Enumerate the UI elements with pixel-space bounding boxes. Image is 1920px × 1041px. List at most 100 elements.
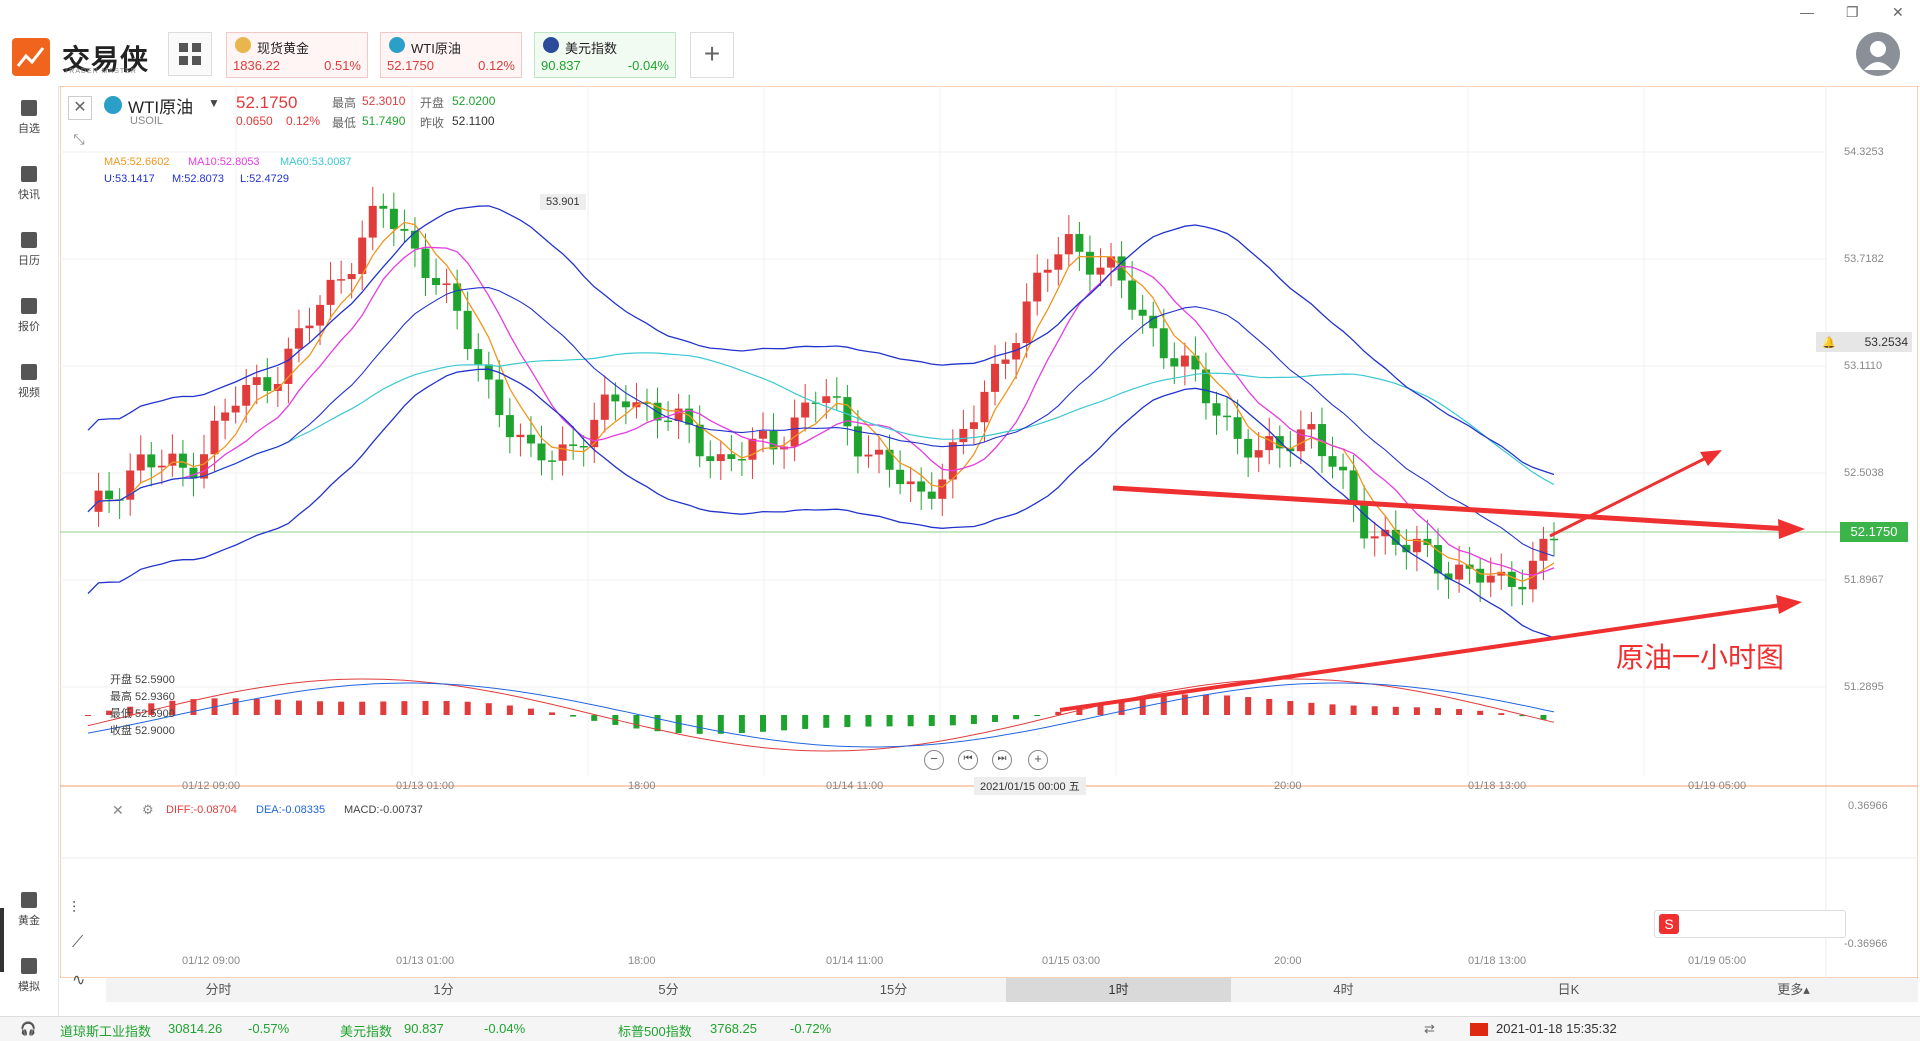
candle-body [822, 396, 831, 403]
sidebar-item-flash[interactable]: 快讯 [0, 166, 58, 202]
macd-bar [380, 701, 387, 715]
draw-line-icon[interactable]: ⟋ [72, 934, 83, 952]
zoom-out-icon[interactable]: − [924, 750, 944, 770]
candle-body [1064, 234, 1073, 255]
news-icon [21, 166, 37, 182]
candle-body [969, 422, 978, 429]
macd-bar [190, 699, 197, 715]
candle-body [621, 401, 630, 408]
headset-icon[interactable]: 🎧 [20, 1021, 36, 1037]
close-indicator-icon[interactable]: ✕ [112, 802, 124, 819]
candle-body [284, 348, 293, 384]
translate-icon[interactable]: ⇄ [1424, 1021, 1435, 1037]
macd-bar [1160, 695, 1167, 715]
grid-menu-button[interactable] [168, 32, 212, 76]
scroll-left-icon[interactable]: ⏮ [958, 750, 978, 770]
candle-body [1265, 436, 1274, 451]
tab-timeframe[interactable]: 4时 [1231, 978, 1456, 1002]
candle-body [695, 424, 704, 457]
close-chart-icon[interactable]: ✕ [68, 96, 92, 120]
sidebar-item-quotes[interactable]: 报价 [0, 298, 58, 334]
macd-diff-label: DIFF:-0.08704 [166, 804, 237, 816]
ime-toolbar[interactable]: S [1654, 910, 1846, 938]
time-axis-label: 01/12 09:00 [182, 780, 241, 792]
app-logo-icon [12, 38, 50, 76]
wave-icon[interactable]: ∿ [72, 970, 85, 990]
quote-card-wti[interactable]: WTI原油 52.1750 0.12% [380, 32, 522, 78]
candle-body [1191, 355, 1200, 370]
close-icon[interactable]: ✕ [1892, 4, 1904, 21]
tooltip-low: 最低 52.5900 [110, 708, 175, 720]
tab-label: 1时 [1108, 982, 1129, 997]
user-avatar[interactable] [1856, 32, 1900, 76]
china-flag-icon [1470, 1023, 1488, 1036]
price-axis-label: 51.2895 [1844, 681, 1884, 693]
ohlc-tooltip: 开盘 52.5900 最高 52.9360 最低 52.5900 收盘 52.9… [110, 672, 175, 740]
indicator-tool-icon[interactable]: ⫶ [72, 900, 76, 918]
restore-icon[interactable]: ❐ [1846, 4, 1859, 21]
bell-icon[interactable]: 🔔 [1822, 336, 1836, 349]
candle-body [611, 394, 620, 402]
tab-timeframe[interactable]: 1分 [331, 978, 556, 1002]
sidebar-item-watchlist[interactable]: 自选 [0, 100, 58, 136]
quote-price: 52.1750 [387, 58, 434, 73]
sidebar-item-label: 报价 [18, 321, 40, 333]
play-icon [21, 364, 37, 380]
candle-body [980, 391, 989, 423]
tab-timeframe-active[interactable]: 1时 [1006, 978, 1231, 1002]
add-quote-button[interactable]: + [690, 32, 734, 78]
candle-body [442, 283, 451, 286]
main-chart[interactable] [60, 86, 1918, 978]
candle-body [906, 481, 915, 485]
macd-bar [1371, 706, 1378, 715]
tab-timeframe[interactable]: 15分 [781, 978, 1006, 1002]
candle-body [389, 208, 398, 229]
ticker-name[interactable]: 美元指数 [340, 1021, 392, 1040]
tab-timeframe-more[interactable]: 更多▴ [1681, 978, 1906, 1002]
sidebar-item-sim[interactable]: 模拟 [0, 958, 58, 994]
candle-body [1170, 358, 1179, 367]
alert-price: 53.2534 [1864, 335, 1908, 349]
settings-gear-icon[interactable]: ⚙ [142, 802, 154, 818]
candle-body [294, 328, 303, 349]
ticker-name[interactable]: 道琼斯工业指数 [60, 1021, 151, 1040]
chevron-down-icon[interactable]: ▼ [208, 96, 220, 110]
candle-body [1328, 456, 1337, 467]
macd-bar [970, 715, 977, 725]
tab-timeframe[interactable]: 5分 [556, 978, 781, 1002]
macd-bar [527, 708, 534, 715]
quote-card-gold[interactable]: 现货黄金 1836.22 0.51% [226, 32, 368, 78]
tab-label: 1分 [433, 982, 454, 997]
minimize-icon[interactable]: — [1800, 4, 1814, 20]
time-axis-label: 01/14 11:00 [826, 780, 884, 792]
macd-bar [506, 705, 513, 715]
candle-body [1507, 571, 1516, 587]
macd-bar [1266, 698, 1273, 715]
time-axis-label: 20:00 [1274, 955, 1302, 967]
sidebar-item-video[interactable]: 视频 [0, 364, 58, 400]
bookmark-icon [21, 100, 37, 116]
candle-body [737, 459, 746, 461]
zoom-in-icon[interactable]: + [1028, 750, 1048, 770]
macd-bar [1308, 702, 1315, 715]
expand-icon[interactable]: ⤡ [68, 128, 90, 150]
sidebar-item-gold[interactable]: 黄金 [0, 892, 58, 928]
candle-body [864, 454, 873, 457]
candle-body [1075, 234, 1084, 252]
time-axis-label: 01/14 11:00 [826, 955, 884, 967]
sidebar-item-calendar[interactable]: 日历 [0, 232, 58, 268]
candle-body [1455, 564, 1464, 580]
candle-body [252, 377, 261, 385]
candle-body [569, 444, 578, 446]
macd-bar [865, 715, 872, 727]
ma60-label: MA60:53.0087 [280, 156, 352, 168]
quote-card-usd[interactable]: 美元指数 90.837 -0.04% [534, 32, 676, 78]
ticker-name[interactable]: 标普500指数 [618, 1021, 692, 1040]
candle-body [1370, 536, 1379, 539]
tab-timeframe[interactable]: 分时 [106, 978, 331, 1002]
current-price-tag: 52.1750 [1840, 522, 1908, 542]
tab-timeframe[interactable]: 日K [1456, 978, 1681, 1002]
scroll-right-icon[interactable]: ⏭ [992, 750, 1012, 770]
candle-body [1476, 568, 1485, 583]
tooltip-close: 收盘 52.9000 [110, 725, 175, 737]
